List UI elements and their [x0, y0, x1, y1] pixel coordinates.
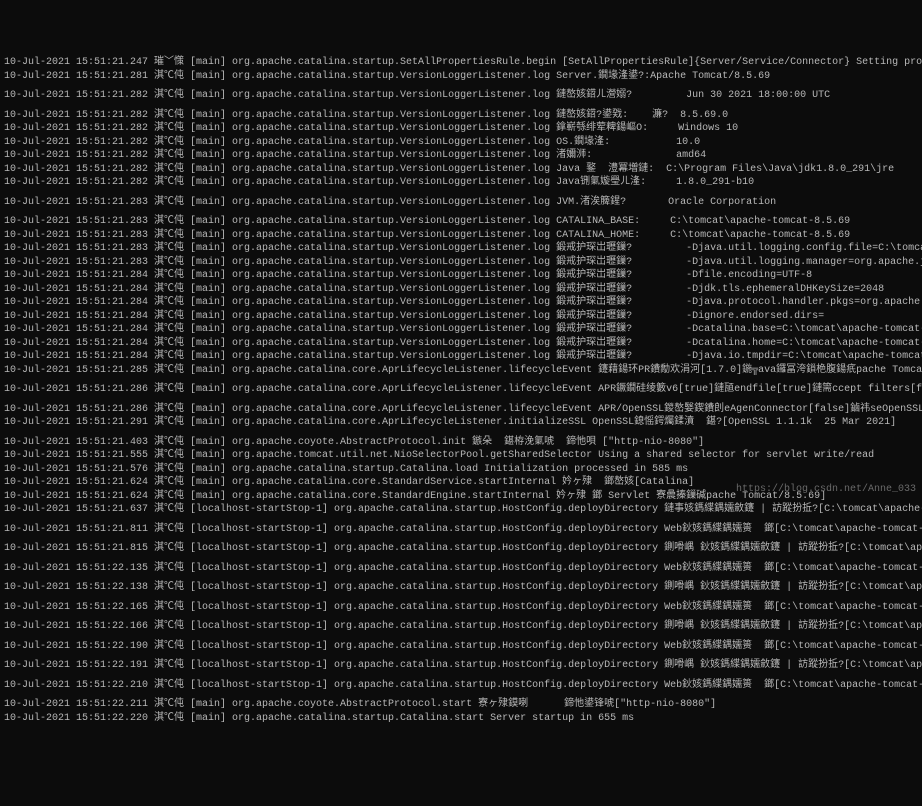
log-line: 10-Jul-2021 15:51:21.282 淇℃伅 [main] org.… [4, 109, 918, 123]
log-line: 10-Jul-2021 15:51:21.286 淇℃伅 [main] org.… [4, 383, 918, 397]
log-line: 10-Jul-2021 15:51:21.283 淇℃伅 [main] org.… [4, 229, 918, 243]
log-line: 10-Jul-2021 15:51:21.283 淇℃伅 [main] org.… [4, 256, 918, 270]
log-line: 10-Jul-2021 15:51:21.291 淇℃伅 [main] org.… [4, 416, 918, 430]
watermark-text: https://blog.csdn.net/Anne_033 [736, 483, 916, 497]
log-line: 10-Jul-2021 15:51:21.281 淇℃伅 [main] org.… [4, 70, 918, 84]
log-line: 10-Jul-2021 15:51:21.403 淇℃伅 [main] org.… [4, 436, 918, 450]
log-line: 10-Jul-2021 15:51:22.138 淇℃伅 [localhost-… [4, 581, 918, 595]
log-line: 10-Jul-2021 15:51:21.284 淇℃伅 [main] org.… [4, 269, 918, 283]
log-line: 10-Jul-2021 15:51:21.811 淇℃伅 [localhost-… [4, 523, 918, 537]
log-line: 10-Jul-2021 15:51:21.284 淇℃伅 [main] org.… [4, 337, 918, 351]
log-line: 10-Jul-2021 15:51:22.166 淇℃伅 [localhost-… [4, 620, 918, 634]
log-line: 10-Jul-2021 15:51:21.283 淇℃伅 [main] org.… [4, 242, 918, 256]
log-line: 10-Jul-2021 15:51:21.247 璀﹀憡 [main] org.… [4, 56, 918, 70]
log-line: 10-Jul-2021 15:51:21.286 淇℃伅 [main] org.… [4, 403, 918, 417]
log-line: 10-Jul-2021 15:51:21.283 淇℃伅 [main] org.… [4, 215, 918, 229]
log-line: 10-Jul-2021 15:51:22.220 淇℃伅 [main] org.… [4, 712, 918, 726]
log-line: 10-Jul-2021 15:51:21.282 淇℃伅 [main] org.… [4, 163, 918, 177]
log-line: 10-Jul-2021 15:51:22.191 淇℃伅 [localhost-… [4, 659, 918, 673]
log-line: 10-Jul-2021 15:51:22.165 淇℃伅 [localhost-… [4, 601, 918, 615]
log-line: 10-Jul-2021 15:51:21.284 淇℃伅 [main] org.… [4, 310, 918, 324]
log-line: 10-Jul-2021 15:51:22.210 淇℃伅 [localhost-… [4, 679, 918, 693]
log-line: 10-Jul-2021 15:51:21.576 淇℃伅 [main] org.… [4, 463, 918, 477]
log-line: 10-Jul-2021 15:51:22.135 淇℃伅 [localhost-… [4, 562, 918, 576]
log-line: 10-Jul-2021 15:51:21.815 淇℃伅 [localhost-… [4, 542, 918, 556]
log-line: 10-Jul-2021 15:51:22.211 淇℃伅 [main] org.… [4, 698, 918, 712]
log-line: 10-Jul-2021 15:51:21.282 淇℃伅 [main] org.… [4, 89, 918, 103]
console-output: 10-Jul-2021 15:51:21.247 璀﹀憡 [main] org.… [4, 56, 918, 725]
log-line: 10-Jul-2021 15:51:21.285 淇℃伅 [main] org.… [4, 364, 918, 378]
log-line: 10-Jul-2021 15:51:21.284 淇℃伅 [main] org.… [4, 296, 918, 310]
log-line: 10-Jul-2021 15:51:21.637 淇℃伅 [localhost-… [4, 503, 918, 517]
log-line: 10-Jul-2021 15:51:21.283 淇℃伅 [main] org.… [4, 196, 918, 210]
log-line: 10-Jul-2021 15:51:21.284 淇℃伅 [main] org.… [4, 323, 918, 337]
log-line: 10-Jul-2021 15:51:21.282 淇℃伅 [main] org.… [4, 176, 918, 190]
log-line: 10-Jul-2021 15:51:21.282 淇℃伅 [main] org.… [4, 122, 918, 136]
log-line: 10-Jul-2021 15:51:21.282 淇℃伅 [main] org.… [4, 149, 918, 163]
log-line: 10-Jul-2021 15:51:21.282 淇℃伅 [main] org.… [4, 136, 918, 150]
log-line: 10-Jul-2021 15:51:21.284 淇℃伅 [main] org.… [4, 350, 918, 364]
log-line: 10-Jul-2021 15:51:21.555 淇℃伅 [main] org.… [4, 449, 918, 463]
log-line: 10-Jul-2021 15:51:21.284 淇℃伅 [main] org.… [4, 283, 918, 297]
log-line: 10-Jul-2021 15:51:22.190 淇℃伅 [localhost-… [4, 640, 918, 654]
